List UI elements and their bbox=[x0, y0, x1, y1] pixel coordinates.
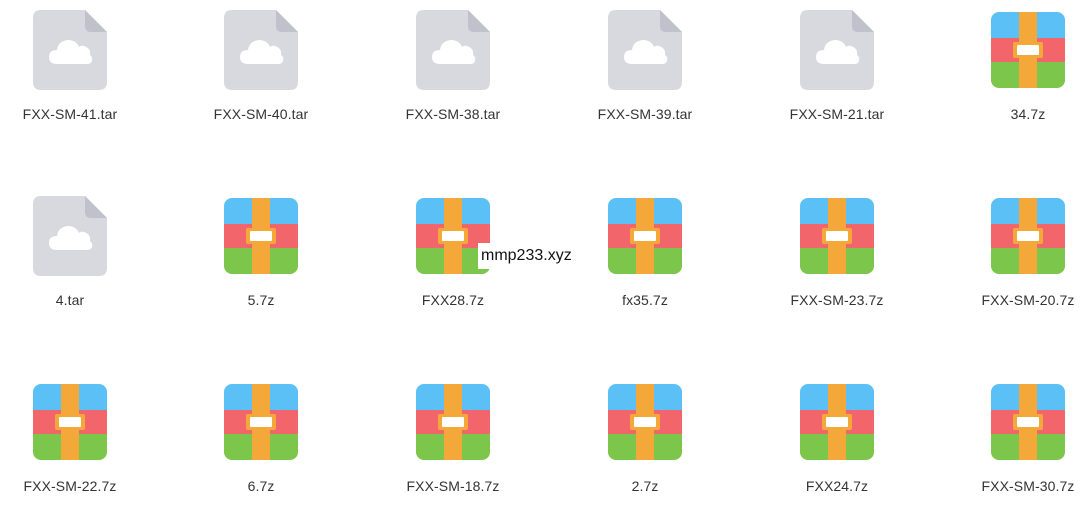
file-name: fx35.7z bbox=[622, 292, 668, 308]
archive-icon bbox=[800, 196, 874, 276]
archive-label bbox=[1017, 417, 1039, 427]
file-item[interactable]: 34.7z bbox=[953, 0, 1080, 148]
file-item[interactable]: FXX-SM-20.7z bbox=[953, 184, 1080, 334]
archive-label bbox=[442, 417, 464, 427]
file-name: FXX-SM-20.7z bbox=[981, 292, 1075, 308]
archive-icon bbox=[33, 382, 107, 462]
file-item[interactable]: FXX-SM-18.7z bbox=[378, 370, 528, 520]
file-item[interactable]: FXX24.7z bbox=[762, 370, 912, 520]
file-item[interactable]: FXX-SM-30.7z bbox=[953, 370, 1080, 520]
archive-label bbox=[634, 417, 656, 427]
file-name: 4.tar bbox=[55, 292, 85, 308]
file-name: 2.7z bbox=[631, 478, 659, 494]
file-name: FXX-SM-23.7z bbox=[790, 292, 884, 308]
file-fold bbox=[85, 10, 107, 32]
file-name: FXX-SM-39.tar bbox=[597, 106, 693, 122]
file-fold bbox=[660, 10, 682, 32]
archive-label bbox=[826, 417, 848, 427]
file-item[interactable]: fx35.7z bbox=[570, 184, 720, 334]
archive-label bbox=[442, 231, 464, 241]
file-fold bbox=[852, 10, 874, 32]
file-name: FXX-SM-21.tar bbox=[789, 106, 885, 122]
file-fold bbox=[85, 196, 107, 218]
file-name: 5.7z bbox=[247, 292, 275, 308]
file-item[interactable]: 2.7z bbox=[570, 370, 720, 520]
archive-label bbox=[250, 417, 272, 427]
file-name: 34.7z bbox=[1010, 106, 1046, 122]
file-name: FXX-SM-38.tar bbox=[405, 106, 501, 122]
archive-label bbox=[826, 231, 848, 241]
file-name: FXX-SM-18.7z bbox=[406, 478, 500, 494]
archive-label bbox=[1017, 45, 1039, 55]
file-fold bbox=[468, 10, 490, 32]
file-item[interactable]: FXX-SM-41.tar bbox=[0, 0, 145, 148]
archive-icon bbox=[991, 382, 1065, 462]
file-item[interactable]: FXX-SM-39.tar bbox=[570, 0, 720, 148]
file-item[interactable]: FXX-SM-38.tar bbox=[378, 0, 528, 148]
file-item[interactable]: 4.tar bbox=[0, 184, 145, 334]
archive-label bbox=[1017, 231, 1039, 241]
archive-icon bbox=[800, 382, 874, 462]
archive-label bbox=[634, 231, 656, 241]
watermark-text: mmp233.xyz bbox=[478, 243, 575, 269]
archive-label bbox=[250, 231, 272, 241]
file-item[interactable]: FXX-SM-40.tar bbox=[186, 0, 336, 148]
cloud-file-icon bbox=[33, 196, 107, 276]
cloud-file-icon bbox=[224, 10, 298, 90]
file-item[interactable]: FXX-SM-23.7z bbox=[762, 184, 912, 334]
file-item[interactable]: FXX-SM-21.tar bbox=[762, 0, 912, 148]
archive-icon bbox=[224, 196, 298, 276]
file-item[interactable]: 5.7z bbox=[186, 184, 336, 334]
cloud-file-icon bbox=[608, 10, 682, 90]
archive-icon bbox=[608, 382, 682, 462]
file-name: FXX-SM-40.tar bbox=[213, 106, 309, 122]
archive-icon bbox=[416, 382, 490, 462]
file-fold bbox=[276, 10, 298, 32]
archive-icon bbox=[991, 196, 1065, 276]
cloud-file-icon bbox=[33, 10, 107, 90]
archive-icon bbox=[608, 196, 682, 276]
file-name: FXX-SM-41.tar bbox=[22, 106, 118, 122]
cloud-file-icon bbox=[416, 10, 490, 90]
file-item[interactable]: FXX-SM-22.7z bbox=[0, 370, 145, 520]
file-name: FXX24.7z bbox=[805, 478, 869, 494]
file-name: FXX28.7z bbox=[421, 292, 485, 308]
file-name: FXX-SM-22.7z bbox=[23, 478, 117, 494]
archive-label bbox=[59, 417, 81, 427]
archive-icon bbox=[991, 10, 1065, 90]
cloud-file-icon bbox=[800, 10, 874, 90]
file-name: FXX-SM-30.7z bbox=[981, 478, 1075, 494]
file-name: 6.7z bbox=[247, 478, 275, 494]
archive-icon bbox=[224, 382, 298, 462]
file-item[interactable]: 6.7z bbox=[186, 370, 336, 520]
